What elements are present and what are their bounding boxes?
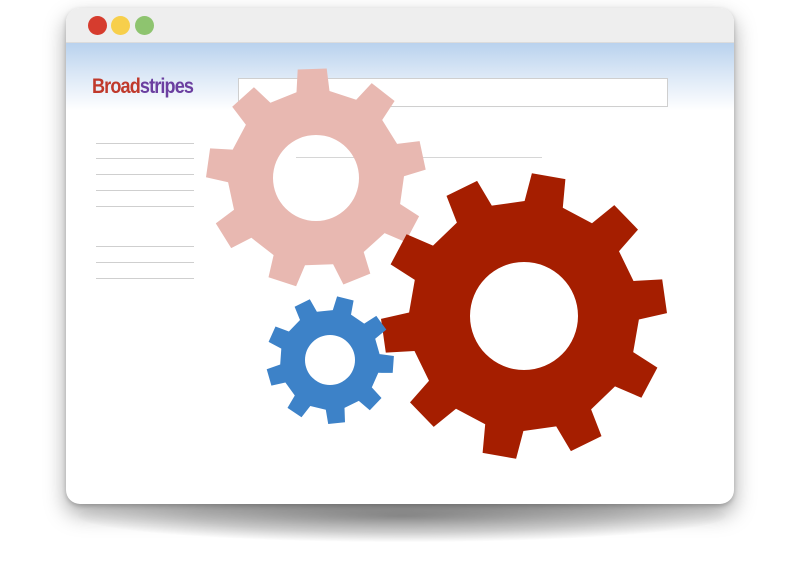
maximize-button[interactable] [135,16,154,35]
site-logo[interactable]: Broadstripes [92,75,194,98]
sidebar-nav-item[interactable] [96,278,194,279]
minimize-button[interactable] [111,16,130,35]
sidebar-nav-item[interactable] [96,246,194,247]
close-button[interactable] [88,16,107,35]
sidebar-nav-item[interactable] [96,158,194,159]
title-bar [66,8,734,43]
logo-text-broad: Broad [92,75,141,98]
sidebar-nav-item[interactable] [96,206,194,207]
sidebar-nav-item[interactable] [96,143,194,144]
stage: Broadstripes [0,0,797,564]
blue-gear-icon [266,296,394,424]
logo-text-stripes: stripes [139,75,194,98]
sidebar-nav-item[interactable] [96,174,194,175]
red-gear-icon [381,173,667,459]
sidebar-nav-item[interactable] [96,262,194,263]
sidebar-nav-item[interactable] [96,190,194,191]
